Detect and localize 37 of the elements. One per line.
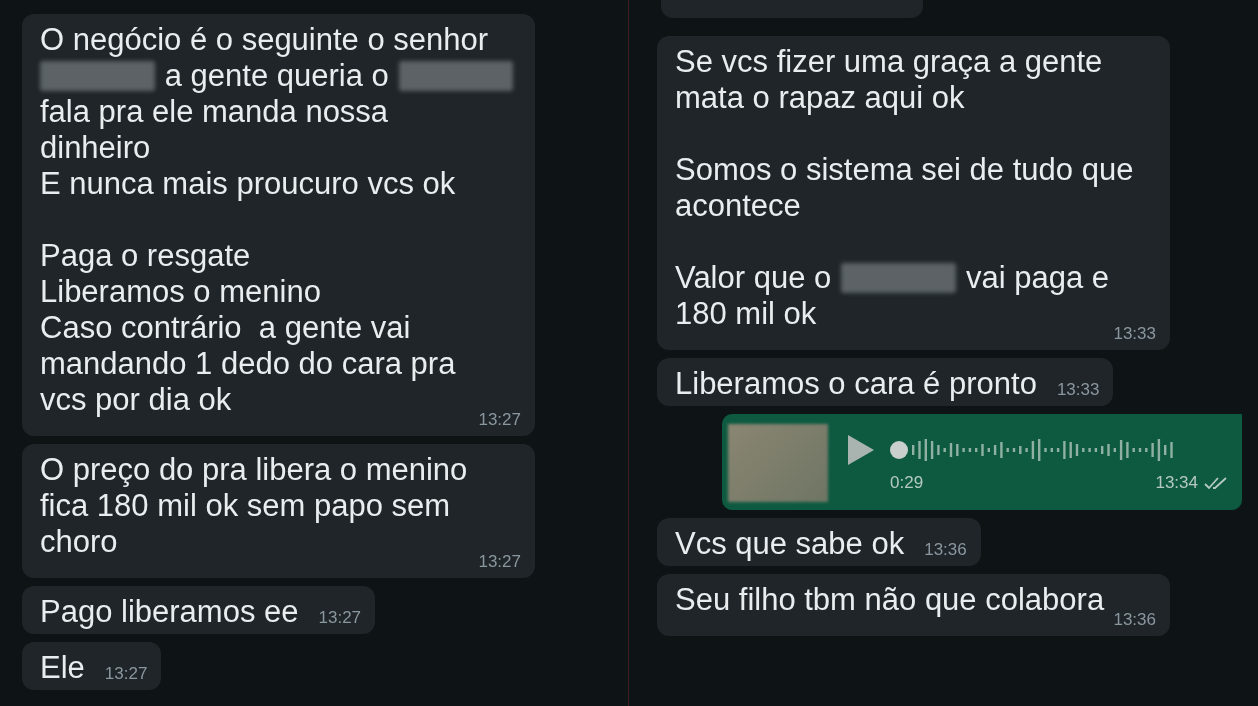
message-text: choro [40,524,118,560]
message-text: 180 mil ok [675,296,817,332]
message-text: O preço do pra libera o menino [40,452,468,488]
message-time: 13:27 [318,608,362,629]
message-text: Caso contrário a gente vai [40,310,411,346]
message-text: Paga o resgate [40,238,251,274]
message-time: 13:36 [924,540,967,561]
play-icon[interactable] [846,433,876,467]
message-text: fala pra ele manda nossa [40,94,389,130]
message-text: Vcs que sabe ok [675,526,905,562]
audio-duration: 0:29 [890,473,924,493]
message-time: 13:27 [478,410,521,431]
message-text: O negócio é o seguinte o senhor [40,22,489,58]
message-time: 13:34 [1155,473,1198,493]
message-text: Liberamos o cara é pronto [675,366,1037,402]
message-text: acontece [675,188,801,224]
double-check-icon [1204,476,1228,490]
message-text: vai paga e [965,260,1109,296]
message-text: Valor que o [675,260,832,296]
message-time: 13:33 [1113,324,1156,345]
message-text: mandando 1 dedo do cara pra [40,346,456,382]
message-time: 13:27 [478,552,521,573]
message-text: fica 180 mil ok sem papo sem [40,488,451,524]
message-text: Pago liberamos ee [40,594,299,630]
message-text: mata o rapaz aqui ok [675,80,965,116]
message-time: 13:33 [1056,380,1100,401]
message-text: dinheiro [40,130,151,166]
message-text: a gente queria o [164,58,389,94]
message-time: 13:36 [1113,610,1156,631]
message-time: 13:27 [104,664,148,685]
message-text: Somos o sistema sei de tudo que [675,152,1134,188]
message-text: vcs por dia ok [40,382,232,418]
message-text: Se vcs fizer uma graça a gente [675,44,1103,80]
message-text: Ele [40,650,85,686]
message-text: E nunca mais proucuro vcs ok [40,166,456,202]
message-text: Seu filho tbm não que colabora [675,582,1105,618]
message-text: Liberamos o menino [40,274,321,310]
